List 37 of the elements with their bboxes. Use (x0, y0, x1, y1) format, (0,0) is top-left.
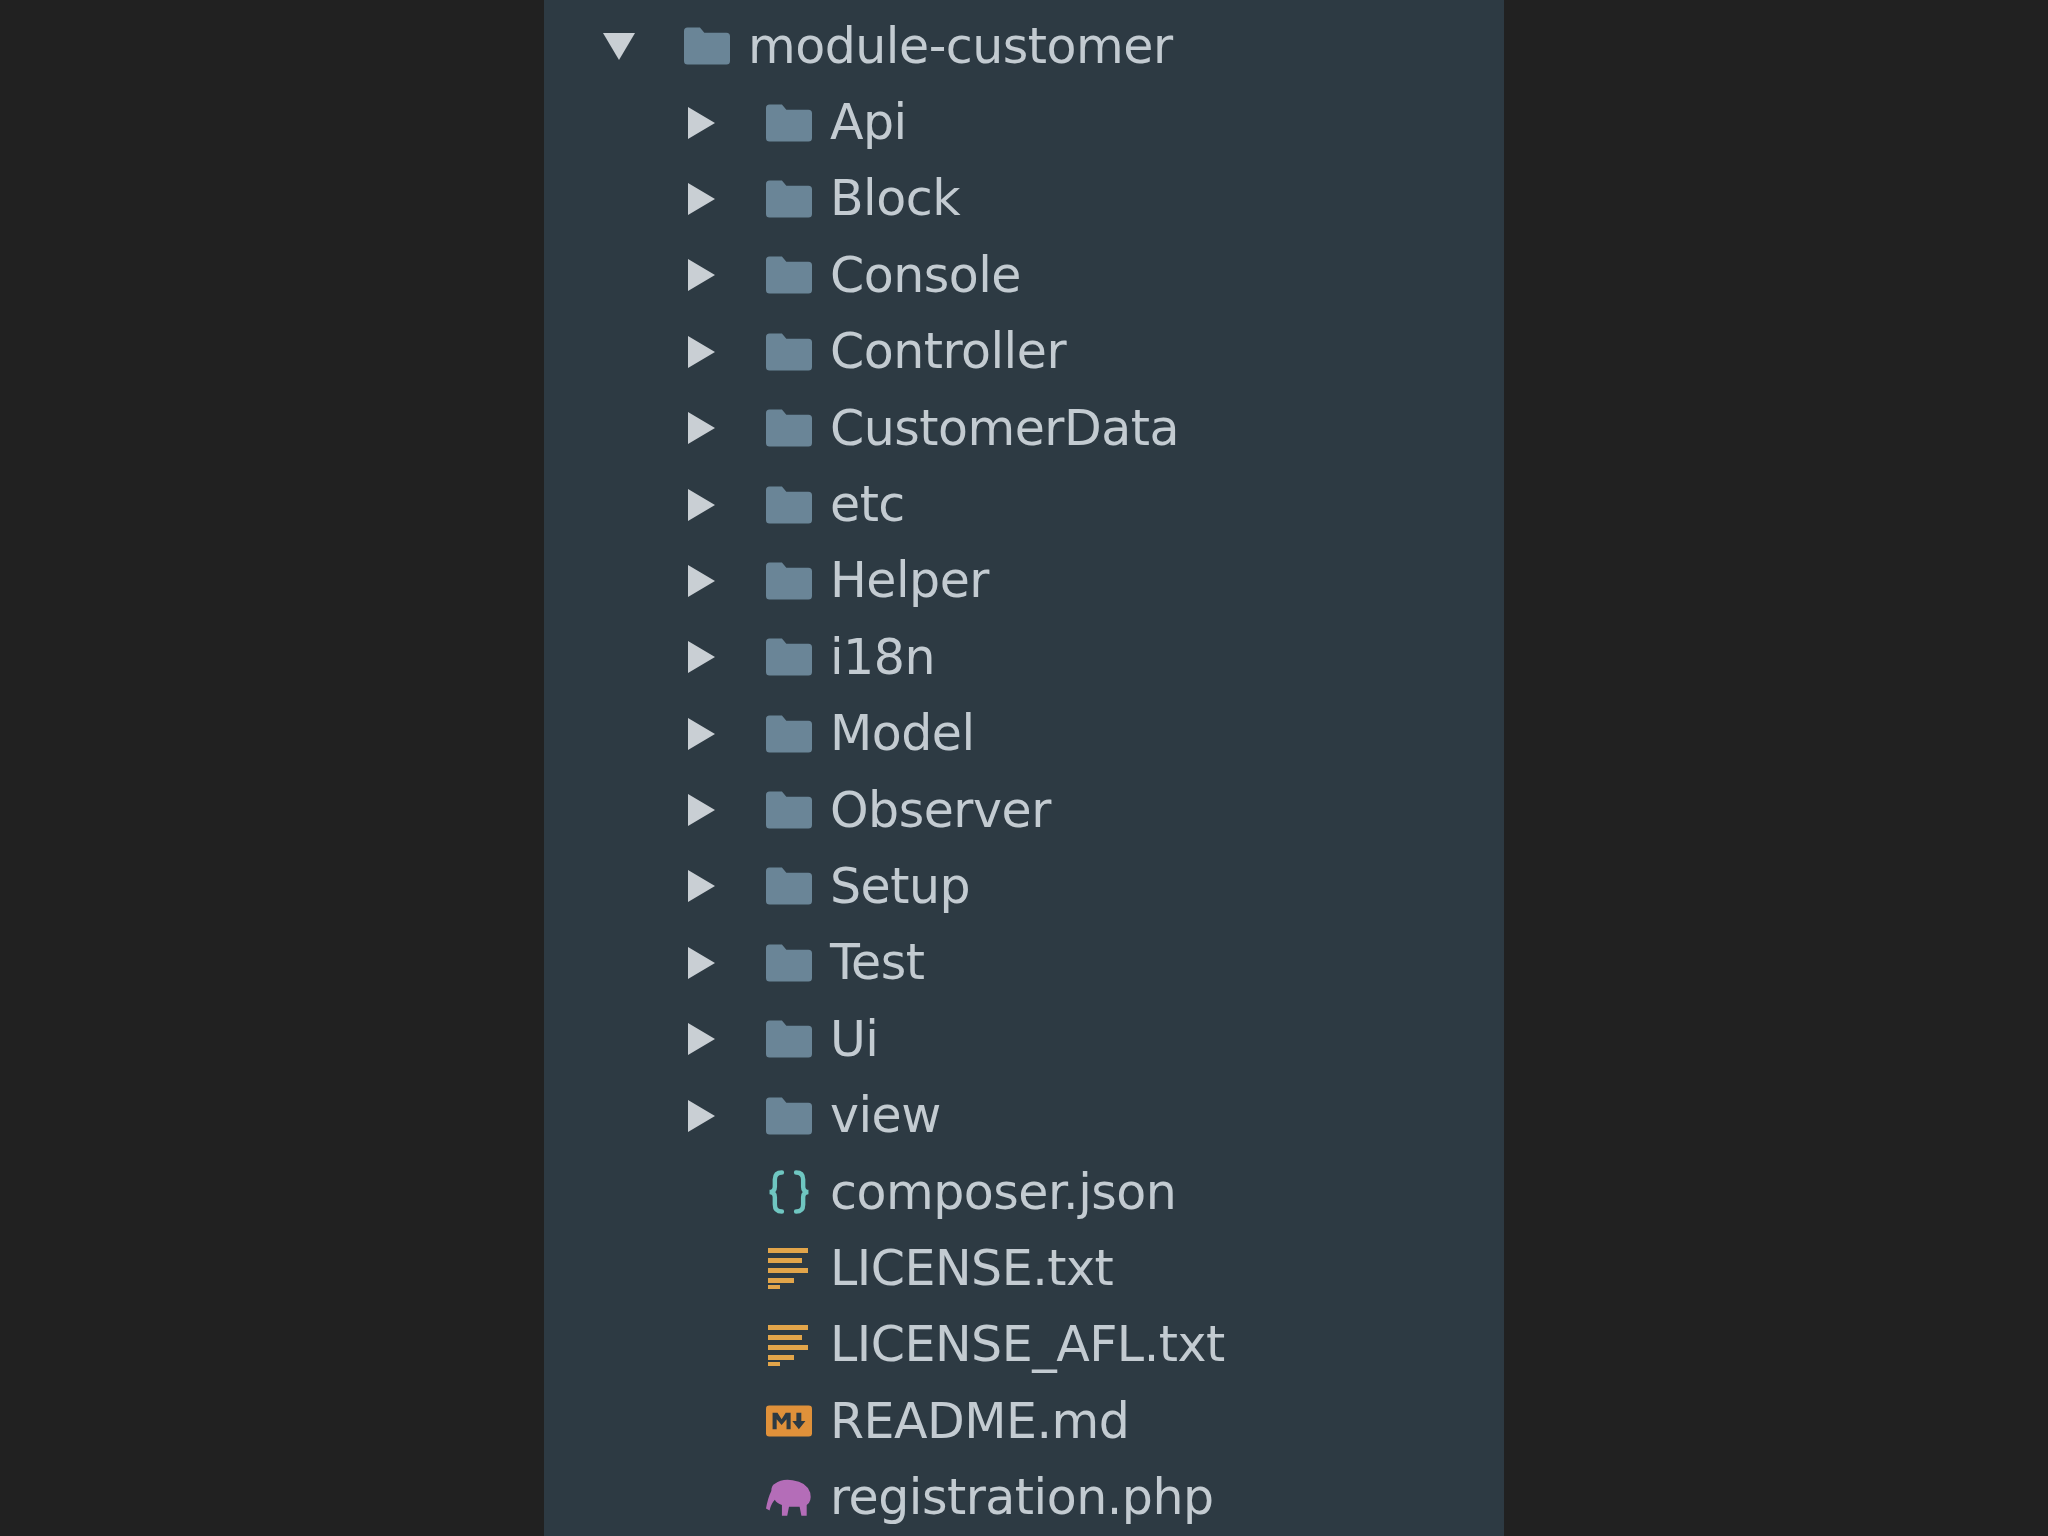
folder-icon (766, 712, 812, 755)
file-name[interactable]: registration.php (830, 1469, 1214, 1527)
folder-name[interactable]: Helper (830, 552, 989, 610)
folder-name[interactable]: view (830, 1087, 941, 1145)
text-file-icon (766, 1246, 810, 1291)
folder-icon (766, 483, 812, 526)
folder-icon (766, 559, 812, 602)
folder-icon (766, 865, 812, 908)
folder-name[interactable]: Test (830, 934, 925, 992)
folder-icon (766, 407, 812, 450)
folder-name[interactable]: Console (830, 246, 1022, 304)
folder-name[interactable]: i18n (830, 628, 936, 686)
folder-name[interactable]: Setup (830, 858, 971, 915)
file-name[interactable]: LICENSE_AFL.txt (830, 1316, 1225, 1374)
folder-icon (766, 636, 812, 679)
folder-name[interactable]: Observer (830, 781, 1051, 839)
folder-icon (766, 177, 812, 220)
file-name[interactable]: composer.json (830, 1163, 1177, 1221)
folder-name[interactable]: Controller (830, 323, 1067, 381)
file-name[interactable]: README.md (830, 1392, 1130, 1450)
folder-icon (766, 1018, 812, 1061)
folder-name[interactable]: Ui (830, 1010, 879, 1068)
folder-name[interactable]: etc (830, 476, 905, 534)
folder-name[interactable]: Block (830, 170, 961, 228)
folder-icon (684, 25, 730, 68)
text-file-icon (766, 1322, 810, 1367)
folder-name[interactable]: module-customer (748, 17, 1173, 75)
file-name[interactable]: LICENSE.txt (830, 1239, 1114, 1297)
folder-icon (766, 254, 812, 297)
folder-name[interactable]: Api (830, 94, 907, 152)
folder-icon (766, 941, 812, 984)
folder-icon (766, 789, 812, 832)
folder-icon (766, 330, 812, 373)
folder-icon (766, 101, 812, 144)
folder-name[interactable]: CustomerData (830, 399, 1179, 457)
folder-icon (766, 1094, 812, 1137)
folder-name[interactable]: Model (830, 705, 975, 763)
